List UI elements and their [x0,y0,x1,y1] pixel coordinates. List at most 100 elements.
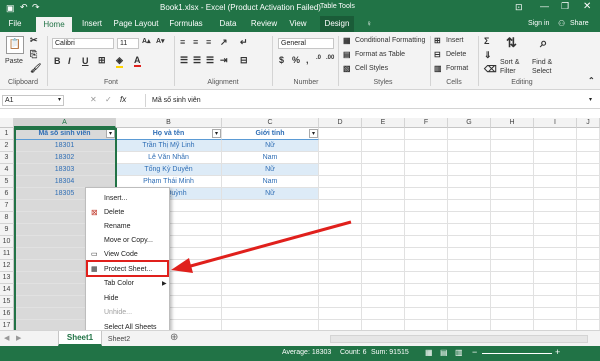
cell[interactable] [491,140,534,152]
cell[interactable] [319,200,362,212]
row-header[interactable]: 7 [0,200,14,212]
cell[interactable] [362,308,405,320]
cell[interactable] [491,212,534,224]
column-header-h[interactable]: H [491,118,534,128]
table-cell[interactable]: Trần Thị Mỹ Linh [116,140,222,152]
tab-review[interactable]: Review [248,16,280,32]
cell[interactable] [319,140,362,152]
fill-color-icon[interactable]: ◈ [116,55,123,68]
cell[interactable] [362,176,405,188]
cell[interactable] [362,152,405,164]
cell[interactable] [491,224,534,236]
cell[interactable] [577,176,600,188]
column-header-g[interactable]: G [448,118,491,128]
cell[interactable] [319,176,362,188]
cell[interactable] [577,236,600,248]
cell[interactable] [491,272,534,284]
percent-button[interactable]: % [292,55,300,65]
cell[interactable] [577,152,600,164]
cell[interactable] [577,272,600,284]
cell[interactable] [577,248,600,260]
menu-item-hide[interactable]: Hide [86,292,169,306]
table-cell[interactable]: Nữ [222,164,319,176]
normal-view-icon[interactable]: ▦ [425,348,433,357]
currency-button[interactable]: $ [279,55,284,65]
cell[interactable] [448,188,491,200]
scroll-right-icon[interactable]: ▶ [16,334,21,342]
share-button[interactable]: Share [570,20,589,27]
cell[interactable] [448,296,491,308]
align-center-icon[interactable]: ☰ [193,55,201,66]
cell[interactable] [362,236,405,248]
row-header[interactable]: 5 [0,176,14,188]
cell[interactable] [319,284,362,296]
cell[interactable] [534,236,577,248]
column-header-b[interactable]: B [116,118,222,128]
row-header[interactable]: 15 [0,296,14,308]
cell[interactable] [405,128,448,140]
menu-item-insert[interactable]: Insert... [86,192,169,206]
align-bottom-icon[interactable]: ≡ [206,37,211,47]
fill-icon[interactable]: ⇓ [484,50,492,61]
sheet-tab-sheet1[interactable]: Sheet1 [58,331,102,346]
cell[interactable] [491,152,534,164]
add-sheet-icon[interactable]: ⊕ [170,332,178,343]
cell[interactable] [448,284,491,296]
cell[interactable] [448,224,491,236]
cell[interactable] [405,272,448,284]
cell[interactable] [448,260,491,272]
cell[interactable] [405,224,448,236]
cell[interactable] [534,296,577,308]
cell[interactable] [405,200,448,212]
cell[interactable] [405,188,448,200]
delete-cells-button[interactable]: Delete [446,51,466,58]
cell[interactable] [448,212,491,224]
cell[interactable] [362,224,405,236]
cell[interactable] [405,152,448,164]
find-select-button[interactable]: Find & Select [532,58,560,76]
cell[interactable] [534,272,577,284]
zoom-in-icon[interactable]: + [555,347,560,357]
delete-cells-icon[interactable]: ⊟ [434,50,441,59]
align-middle-icon[interactable]: ≡ [193,37,198,47]
cell[interactable] [405,212,448,224]
tab-data[interactable]: Data [214,16,242,32]
cell[interactable] [362,212,405,224]
row-header[interactable]: 11 [0,248,14,260]
increase-font-icon[interactable]: A▴ [142,37,151,45]
cell[interactable] [405,296,448,308]
cell[interactable] [577,140,600,152]
row-header[interactable]: 10 [0,236,14,248]
align-top-icon[interactable]: ≡ [180,37,185,47]
column-header-f[interactable]: F [405,118,448,128]
cell[interactable] [362,128,405,140]
row-header[interactable]: 9 [0,224,14,236]
autosum-icon[interactable]: Σ [484,36,489,46]
tab-home[interactable]: Home [36,17,72,32]
cell[interactable] [448,308,491,320]
cell[interactable] [534,248,577,260]
cell[interactable] [362,296,405,308]
conditional-formatting-icon[interactable]: ▦ [343,36,351,45]
cell[interactable] [222,308,319,320]
decrease-font-icon[interactable]: A▾ [156,37,165,45]
cell[interactable] [362,260,405,272]
cell[interactable] [222,296,319,308]
cell[interactable] [405,176,448,188]
expand-formula-icon[interactable]: ▾ [589,96,592,103]
tab-formulas[interactable]: Formulas [166,16,206,32]
cell[interactable] [577,164,600,176]
sign-in-link[interactable]: Sign in [528,20,549,27]
row-header[interactable]: 8 [0,212,14,224]
comma-button[interactable]: , [306,55,309,65]
cell[interactable] [534,140,577,152]
cell[interactable] [534,224,577,236]
row-header[interactable]: 1 [0,128,14,140]
select-all-corner[interactable] [0,118,14,128]
formula-input[interactable]: Mã số sinh viên [145,94,585,107]
format-painter-icon[interactable]: 🖌 [30,63,41,74]
save-icon[interactable]: ▣ [6,3,15,14]
cancel-entry-icon[interactable]: ✕ [90,95,97,104]
format-cells-icon[interactable]: ▥ [434,64,442,73]
ribbon-options-icon[interactable]: ⊡ [515,2,523,13]
